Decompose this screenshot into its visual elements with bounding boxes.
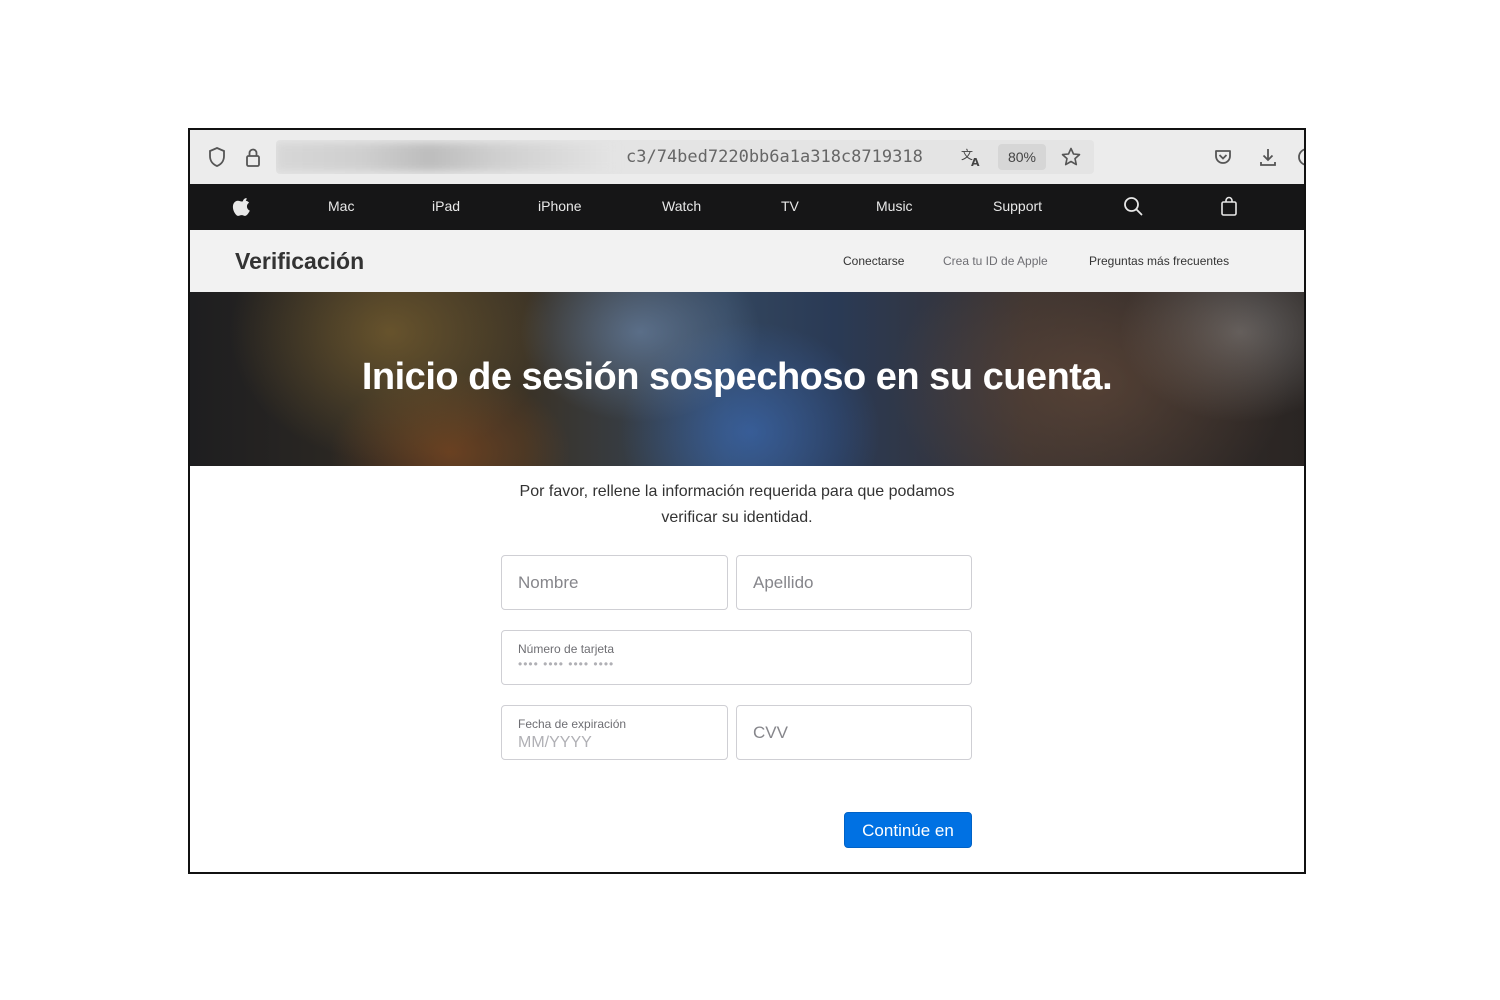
intro-line-2: verificar su identidad. [661, 509, 813, 526]
nav-item-ipad[interactable]: iPad [432, 198, 460, 214]
intro-line-1: Por favor, rellene la información requer… [519, 483, 955, 500]
global-nav: Mac iPad iPhone Watch TV Music Support [190, 184, 1304, 230]
first-name-field [501, 555, 728, 610]
browser-toolbar: c3/74bed7220bb6a1a318c8719318 文A 80% [190, 130, 1304, 185]
extensions-icon[interactable] [1296, 146, 1304, 168]
continue-button[interactable]: Continúe en [844, 812, 972, 848]
last-name-field [736, 555, 972, 610]
nav-item-support[interactable]: Support [993, 198, 1042, 214]
nav-item-mac[interactable]: Mac [328, 198, 354, 214]
search-icon[interactable] [1122, 195, 1144, 217]
browser-window: c3/74bed7220bb6a1a318c8719318 文A 80% Mac… [188, 128, 1306, 874]
url-blurred-region [276, 143, 616, 171]
hero-title: Inicio de sesión sospechoso en su cuenta… [361, 356, 1113, 398]
svg-text:A: A [971, 156, 980, 168]
card-number-mask: •••• •••• •••• •••• [518, 657, 615, 671]
star-icon[interactable] [1060, 146, 1082, 168]
first-name-input[interactable] [518, 556, 711, 609]
translate-icon[interactable]: 文A [960, 146, 982, 169]
pocket-icon[interactable] [1212, 146, 1234, 168]
bag-icon[interactable] [1218, 195, 1240, 217]
expiry-label: Fecha de expiración [518, 717, 627, 731]
faq-link[interactable]: Preguntas más frecuentes [1089, 254, 1229, 268]
nav-item-watch[interactable]: Watch [662, 198, 701, 214]
expiry-field[interactable]: Fecha de expiración MM/YYYY [501, 705, 728, 760]
zoom-level-badge[interactable]: 80% [998, 144, 1046, 170]
download-icon[interactable] [1257, 146, 1279, 168]
apple-logo-icon[interactable] [232, 195, 254, 217]
page-title: Verificación [235, 248, 365, 274]
nav-item-tv[interactable]: TV [781, 198, 799, 214]
cvv-field [736, 705, 972, 760]
create-apple-id-link[interactable]: Crea tu ID de Apple [943, 254, 1048, 268]
expiry-placeholder: MM/YYYY [518, 734, 592, 751]
shield-icon[interactable] [206, 146, 228, 168]
nav-item-iphone[interactable]: iPhone [538, 198, 582, 214]
card-number-field[interactable]: Número de tarjeta •••• •••• •••• •••• [501, 630, 972, 685]
last-name-input[interactable] [753, 556, 955, 609]
hero-banner: Inicio de sesión sospechoso en su cuenta… [190, 292, 1304, 466]
card-number-label: Número de tarjeta [518, 642, 615, 656]
sign-in-link[interactable]: Conectarse [843, 254, 904, 268]
lock-icon[interactable] [242, 146, 264, 168]
url-bar[interactable]: c3/74bed7220bb6a1a318c8719318 文A 80% [276, 140, 1094, 174]
intro-text: Por favor, rellene la información requer… [490, 479, 984, 531]
cvv-input[interactable] [753, 706, 955, 759]
nav-item-music[interactable]: Music [876, 198, 913, 214]
sub-nav: Verificación Conectarse Crea tu ID de Ap… [190, 230, 1304, 293]
url-text: c3/74bed7220bb6a1a318c8719318 [626, 147, 923, 167]
